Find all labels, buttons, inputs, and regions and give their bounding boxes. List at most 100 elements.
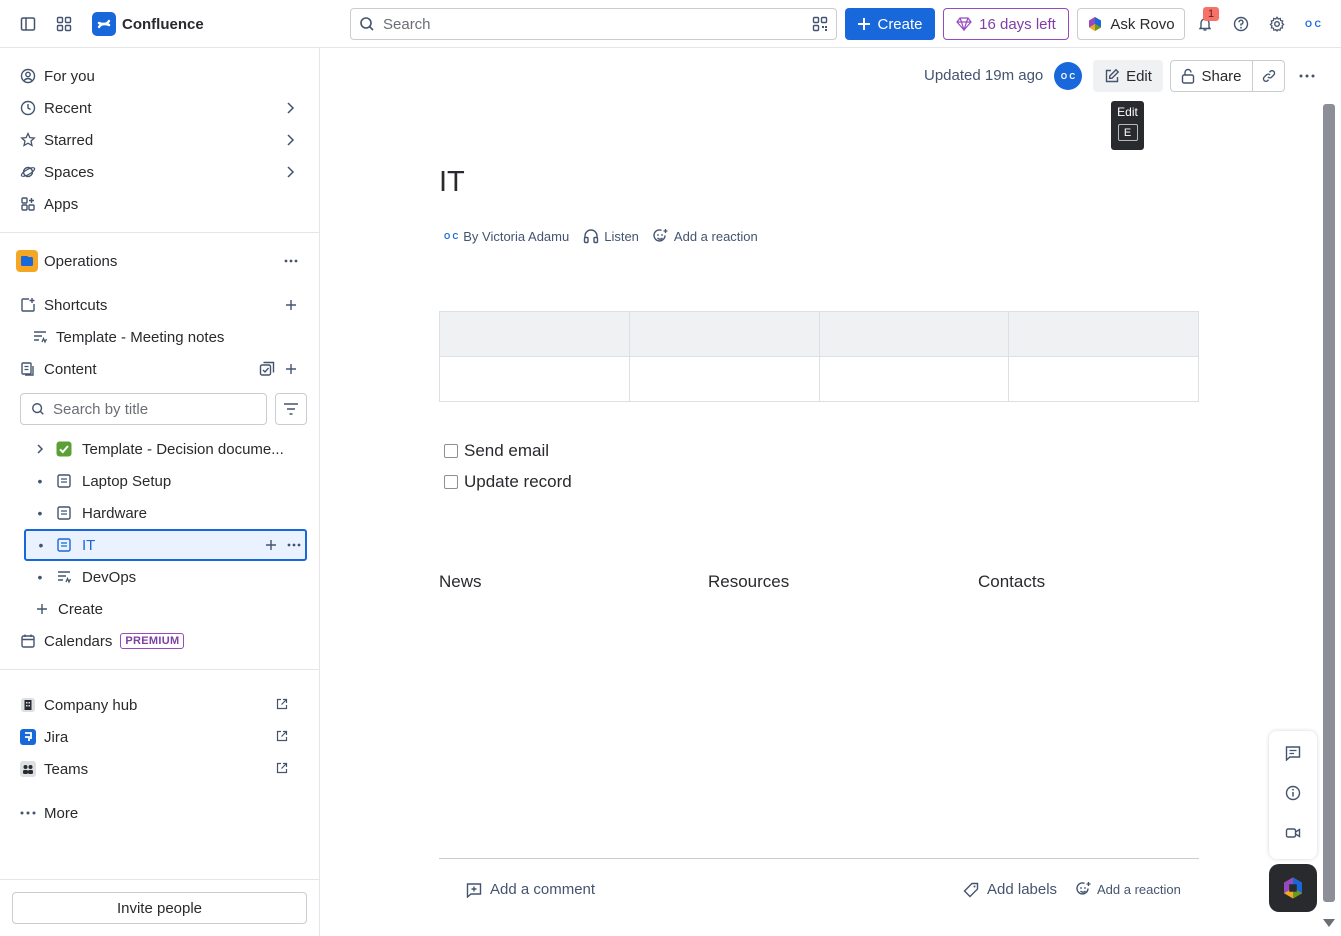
footer-add-reaction-button[interactable]: Add a reaction — [1076, 881, 1181, 897]
table-header-cell[interactable] — [439, 311, 630, 357]
byline-author[interactable]: O C By Victoria Adamu — [444, 229, 569, 244]
check-emoji-icon — [56, 441, 72, 457]
more-dots-icon — [20, 805, 36, 821]
table-cell[interactable] — [1008, 356, 1199, 402]
live-doc-icon — [56, 569, 72, 585]
listen-label: Listen — [604, 228, 639, 244]
shortcut-item-meeting-notes[interactable]: Template - Meeting notes — [12, 321, 308, 353]
task-item[interactable]: Update record — [444, 472, 572, 492]
sidebar-item-starred[interactable]: Starred — [12, 124, 308, 156]
emoji-add-icon — [653, 228, 669, 244]
more-label: More — [44, 804, 79, 822]
create-content-button[interactable]: Create — [12, 593, 308, 625]
edit-button-label: Edit — [1126, 67, 1152, 85]
sidebar-shortcuts-header[interactable]: Shortcuts — [12, 289, 308, 321]
confluence-logo[interactable]: Confluence — [92, 12, 204, 36]
chevron-right-icon[interactable] — [24, 443, 56, 455]
filter-lines-icon — [283, 402, 299, 416]
sidebar-item-for-you[interactable]: For you — [12, 60, 308, 92]
bullet-icon: • — [38, 537, 44, 553]
copy-link-button[interactable] — [1253, 60, 1285, 92]
updated-timestamp: Updated 19m ago — [924, 67, 1044, 84]
emoji-add-icon — [1076, 881, 1092, 897]
live-doc-icon — [32, 329, 48, 345]
table-header-cell[interactable] — [628, 311, 820, 357]
scrollbar-thumb[interactable] — [1323, 104, 1335, 902]
shortcut-icon — [20, 297, 36, 313]
bullet-icon: • — [37, 569, 43, 585]
external-link-icon — [276, 762, 288, 774]
edit-button[interactable]: Edit — [1093, 60, 1163, 92]
share-button[interactable]: Share — [1170, 60, 1253, 92]
video-camera-icon[interactable] — [1283, 823, 1303, 843]
search-filter-icon[interactable] — [812, 16, 828, 32]
help-icon[interactable] — [1229, 12, 1253, 36]
global-search-input[interactable]: Search — [350, 8, 837, 40]
table-header-cell[interactable] — [1008, 311, 1199, 357]
tree-item-laptop-setup[interactable]: • Laptop Setup — [24, 465, 307, 497]
tree-item-decision-doc[interactable]: Template - Decision docume... — [24, 433, 307, 465]
ask-rovo-button[interactable]: Ask Rovo — [1077, 8, 1185, 40]
add-labels-button[interactable]: Add labels — [963, 881, 1057, 898]
filter-button[interactable] — [275, 393, 307, 425]
task-checkbox[interactable] — [444, 475, 458, 489]
table-header-row — [439, 311, 1199, 357]
user-avatar[interactable]: O C — [1301, 12, 1325, 36]
link-icon — [1261, 68, 1277, 84]
sidebar-item-spaces[interactable]: Spaces — [12, 156, 308, 188]
planet-icon — [20, 164, 36, 180]
page-more-actions-icon[interactable] — [287, 543, 301, 547]
app-switcher-icon[interactable] — [52, 12, 76, 36]
add-reaction-button[interactable]: Add a reaction — [653, 228, 758, 244]
table-cell[interactable] — [818, 356, 1010, 402]
add-reaction-label: Add a reaction — [673, 228, 758, 244]
search-by-title-input[interactable]: Search by title — [20, 393, 267, 425]
add-shortcut-icon[interactable] — [281, 295, 301, 315]
app-label: Teams — [44, 760, 89, 778]
settings-gear-icon[interactable] — [1265, 12, 1289, 36]
apps-grid-icon — [20, 196, 36, 212]
add-child-page-icon[interactable] — [265, 539, 277, 551]
sidebar-app-teams[interactable]: Teams — [12, 753, 308, 785]
sidebar-item-calendars[interactable]: Calendars PREMIUM — [12, 625, 308, 657]
space-operations[interactable]: Operations — [12, 245, 308, 277]
search-by-title-placeholder: Search by title — [53, 400, 149, 418]
chevron-right-icon — [284, 101, 296, 115]
tree-item-hardware[interactable]: • Hardware — [24, 497, 307, 529]
sidebar-app-company-hub[interactable]: Company hub — [12, 689, 308, 721]
sidebar-item-apps[interactable]: Apps — [12, 188, 308, 220]
search-placeholder: Search — [383, 15, 431, 33]
scroll-down-arrow-icon[interactable] — [1322, 918, 1336, 928]
sidebar-item-label: Starred — [44, 131, 94, 149]
table-header-cell[interactable] — [818, 311, 1010, 357]
headphones-icon — [583, 228, 599, 244]
listen-button[interactable]: Listen — [583, 228, 639, 244]
comments-panel-icon[interactable] — [1283, 743, 1303, 763]
tree-item-devops[interactable]: • DevOps — [24, 561, 307, 593]
sidebar-more[interactable]: More — [12, 797, 308, 829]
add-comment-button[interactable]: Add a comment — [466, 881, 595, 898]
content-pages-icon — [20, 361, 36, 377]
sidebar-divider — [0, 669, 319, 670]
contributor-avatar[interactable]: O C — [1054, 62, 1082, 90]
rovo-chat-button[interactable] — [1269, 864, 1317, 912]
table-cell[interactable] — [628, 356, 820, 402]
task-item[interactable]: Send email — [444, 441, 549, 461]
user-circle-icon — [20, 68, 36, 84]
sidebar-item-recent[interactable]: Recent — [12, 92, 308, 124]
content-filter-check-icon[interactable] — [257, 359, 277, 379]
create-button[interactable]: Create — [845, 8, 935, 40]
table-cell[interactable] — [439, 356, 630, 402]
page-more-actions-button[interactable] — [1293, 62, 1321, 90]
space-more-actions-icon[interactable] — [281, 251, 301, 271]
add-content-icon[interactable] — [281, 359, 301, 379]
task-checkbox[interactable] — [444, 444, 458, 458]
invite-people-button[interactable]: Invite people — [12, 892, 307, 924]
sidebar-toggle-icon[interactable] — [16, 12, 40, 36]
tree-item-it[interactable]: • IT — [24, 529, 307, 561]
trial-button[interactable]: 16 days left — [943, 8, 1069, 40]
info-icon[interactable] — [1283, 783, 1303, 803]
content-table[interactable] — [439, 311, 1199, 402]
column-heading-contacts: Contacts — [978, 572, 1046, 591]
sidebar-app-jira[interactable]: Jira — [12, 721, 308, 753]
